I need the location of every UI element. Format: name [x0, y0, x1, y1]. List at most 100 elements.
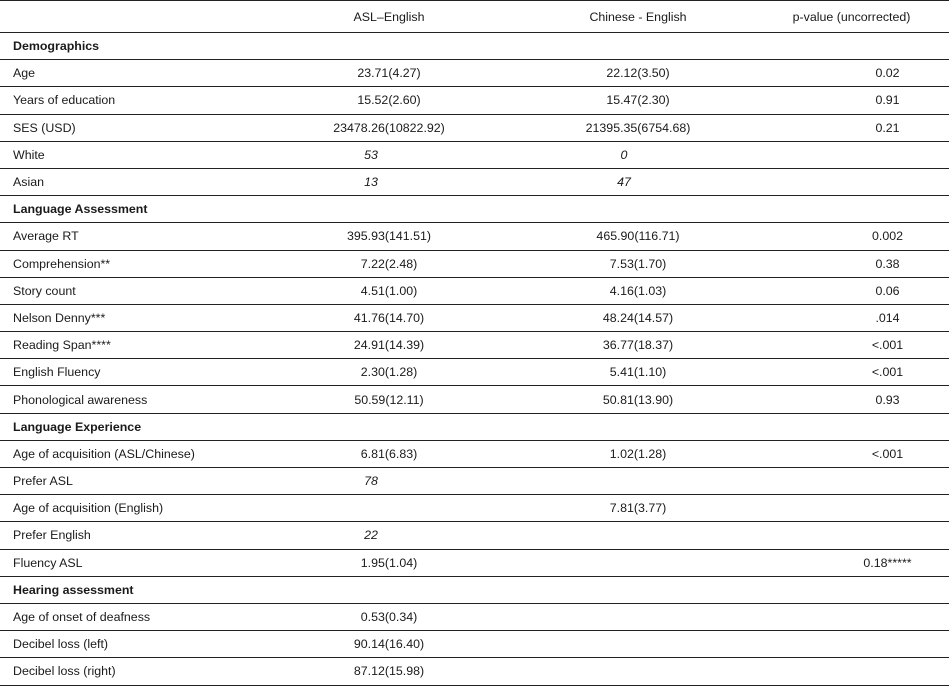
row-label-text: Reading Span**** — [13, 338, 111, 353]
cell-p-value-text: 0.18***** — [863, 555, 912, 570]
cell-p-value: <.001 — [754, 332, 949, 359]
cell-asl-english-text: 53 — [364, 147, 378, 162]
cell-asl-english: 15.52(2.60) — [256, 87, 522, 114]
row-label-text: Average RT — [13, 229, 79, 244]
cell-chinese-english — [522, 603, 754, 630]
row-label-text: Nelson Denny*** — [13, 310, 106, 325]
section-title: Hearing assessment — [13, 582, 134, 597]
row-label: Reading Span**** — [0, 332, 256, 359]
cell-asl-english: 78 — [256, 468, 522, 495]
cell-chinese-english-text: 15.47(2.30) — [606, 93, 670, 108]
cell-asl-english — [256, 495, 522, 522]
cell-chinese-english: 36.77(18.37) — [522, 332, 754, 359]
section-header-row: Hearing assessment — [0, 576, 949, 604]
cell-asl-english-text: 87.12(15.98) — [353, 664, 425, 679]
row-label-text: Decibel loss (left) — [13, 637, 109, 652]
row-label: White — [0, 141, 256, 168]
section-title: Demographics — [13, 39, 100, 54]
cell-chinese-english — [522, 631, 754, 658]
row-label: Age — [0, 60, 256, 87]
table-row: Age 23.71(4.27) 22.12(3.50) 0.02 — [0, 60, 949, 87]
row-label: Story count — [0, 277, 256, 304]
row-label-text: Phonological awareness — [13, 392, 148, 407]
row-label-text: White — [13, 147, 45, 162]
table-row: Reading Span**** 24.91(14.39) 36.77(18.37)… — [0, 332, 949, 359]
cell-asl-english: 90.14(16.40) — [256, 631, 522, 658]
cell-asl-english-text: 7.22(2.48) — [360, 256, 418, 271]
cell-p-value: 0.91 — [754, 87, 949, 114]
cell-chinese-english-text: 465.90(116.71) — [596, 229, 680, 244]
cell-asl-english: 0.53(0.34) — [256, 603, 522, 630]
table-row: Prefer ASL 78 — [0, 468, 949, 495]
row-label: SES (USD) — [0, 114, 256, 141]
cell-chinese-english-text: 1.02(1.28) — [609, 446, 667, 461]
table-header: ASL–English Chinese - English p-value (u… — [0, 0, 949, 33]
cell-p-value — [754, 631, 949, 658]
cell-p-value — [754, 603, 949, 630]
table-row: Decibel loss (left) 90.14(16.40) — [0, 631, 949, 658]
cell-asl-english-text: 13 — [364, 175, 378, 190]
cell-chinese-english-text: 48.24(14.57) — [602, 310, 674, 325]
header-p-value-text: p-value (uncorrected) — [792, 9, 911, 24]
row-label: Fluency ASL — [0, 549, 256, 576]
cell-chinese-english — [522, 522, 754, 549]
cell-chinese-english — [522, 658, 754, 685]
cell-asl-english-text: 1.95(1.04) — [360, 555, 418, 570]
row-label: Age of acquisition (English) — [0, 495, 256, 522]
table-row: Comprehension** 7.22(2.48) 7.53(1.70) 0.38 — [0, 250, 949, 278]
cell-asl-english: 13 — [256, 168, 522, 195]
table-row: White 53 0 — [0, 141, 949, 169]
cell-chinese-english: 4.16(1.03) — [522, 277, 754, 304]
cell-p-value: .014 — [754, 304, 949, 331]
cell-p-value-text: 0.93 — [875, 392, 900, 407]
cell-p-value-text: 0.02 — [875, 66, 900, 81]
cell-p-value: 0.02 — [754, 60, 949, 87]
cell-asl-english: 23478.26(10822.92) — [256, 114, 522, 141]
row-label-text: English Fluency — [13, 365, 101, 380]
row-label: Average RT — [0, 223, 256, 250]
cell-p-value-text: <.001 — [871, 365, 904, 380]
cell-asl-english: 2.30(1.28) — [256, 359, 522, 386]
cell-chinese-english-text: 7.53(1.70) — [609, 256, 667, 271]
cell-asl-english-text: 0.53(0.34) — [360, 610, 418, 625]
cell-asl-english-text: 6.81(6.83) — [360, 446, 418, 461]
section-title: Language Experience — [13, 419, 142, 434]
cell-chinese-english: 15.47(2.30) — [522, 87, 754, 114]
header-p-value: p-value (uncorrected) — [754, 1, 949, 33]
table-row: Average RT 395.93(141.51) 465.90(116.71) 0.… — [0, 223, 949, 250]
row-label-text: Fluency ASL — [13, 555, 83, 570]
table-row: SES (USD) 23478.26(10822.92) 21395.35(6754… — [0, 114, 949, 142]
cell-asl-english-text: 2.30(1.28) — [360, 365, 418, 380]
section-header-row: Language Assessment — [0, 196, 949, 223]
section-title: Language Assessment — [13, 202, 148, 217]
row-label: Age of onset of deafness — [0, 603, 256, 630]
cell-p-value-text: <.001 — [871, 338, 904, 353]
cell-asl-english: 23.71(4.27) — [256, 60, 522, 87]
cell-p-value: 0.21 — [754, 114, 949, 141]
cell-chinese-english: 22.12(3.50) — [522, 60, 754, 87]
header-label-column — [0, 1, 256, 33]
row-label-text: Decibel loss (right) — [13, 664, 116, 679]
cell-p-value — [754, 522, 949, 549]
cell-asl-english-text: 15.52(2.60) — [357, 93, 421, 108]
table-row: Age of onset of deafness 0.53(0.34) — [0, 603, 949, 631]
cell-chinese-english: 47 — [522, 168, 754, 195]
cell-chinese-english-text: 50.81(13.90) — [602, 392, 674, 407]
row-label: Years of education — [0, 87, 256, 114]
row-label-text: Years of education — [13, 93, 116, 108]
cell-chinese-english-text: 4.16(1.03) — [609, 283, 667, 298]
cell-p-value-text: 0.38 — [875, 256, 900, 271]
table-row: Asian 13 47 — [0, 168, 949, 196]
cell-chinese-english: 5.41(1.10) — [522, 359, 754, 386]
cell-chinese-english: 0 — [522, 141, 754, 168]
cell-chinese-english-text: 21395.35(6754.68) — [585, 120, 691, 135]
cell-p-value-text: 0.002 — [871, 229, 903, 244]
cell-chinese-english-text: 22.12(3.50) — [606, 66, 670, 81]
cell-asl-english-text: 23.71(4.27) — [357, 66, 421, 81]
row-label: English Fluency — [0, 359, 256, 386]
table-row: Phonological awareness 50.59(12.11) 50.81(… — [0, 386, 949, 414]
row-label: Decibel loss (right) — [0, 658, 256, 685]
cell-asl-english: 1.95(1.04) — [256, 549, 522, 576]
cell-asl-english-text: 23478.26(10822.92) — [333, 120, 445, 135]
table-row: Fluency ASL 1.95(1.04) 0.18***** — [0, 549, 949, 577]
